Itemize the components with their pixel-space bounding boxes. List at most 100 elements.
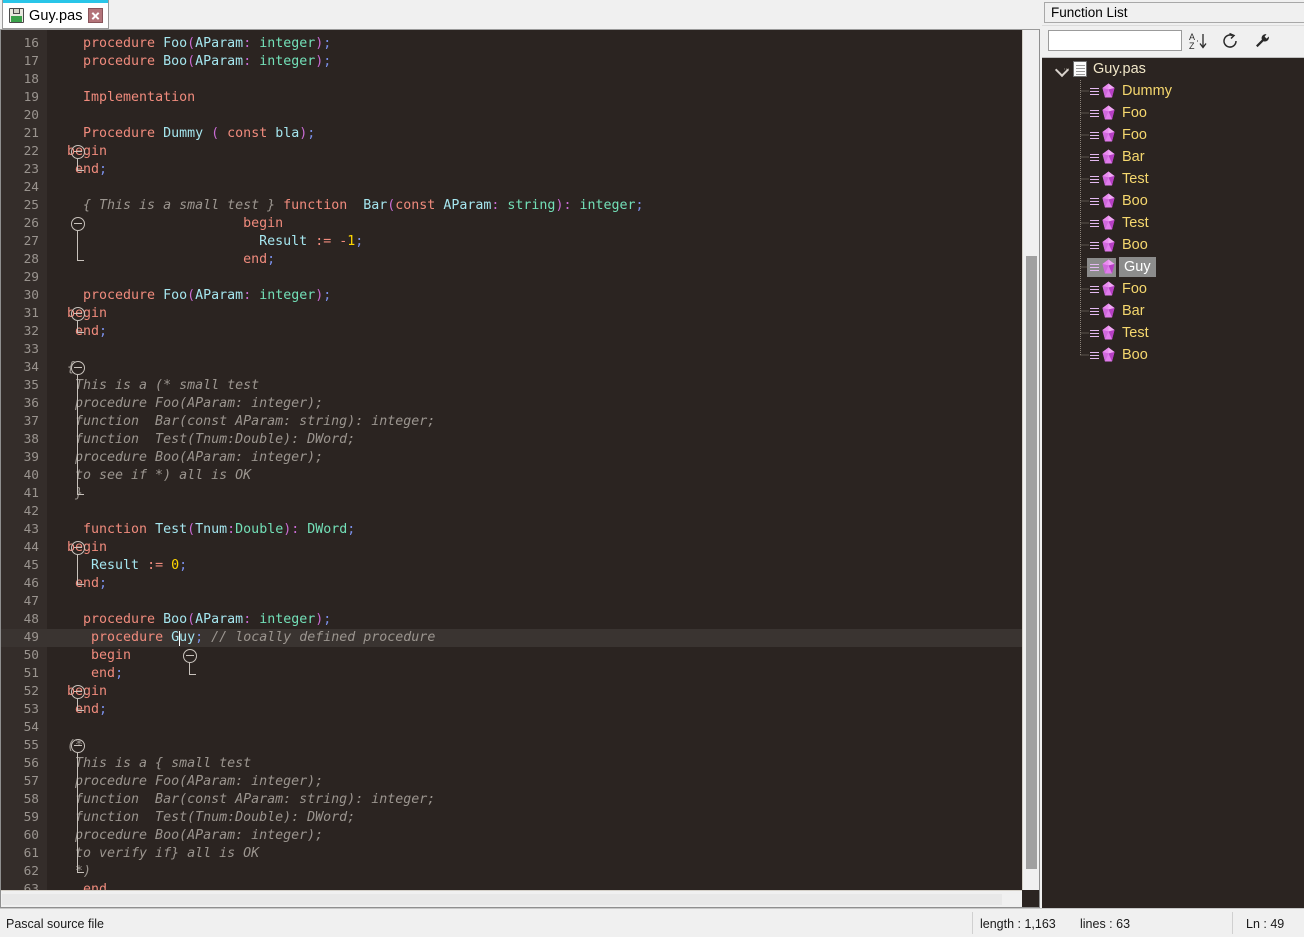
function-list-item-label: Bar: [1122, 302, 1145, 319]
svg-text:Z: Z: [1189, 41, 1195, 51]
wrench-icon[interactable]: [1246, 28, 1278, 54]
function-list-item[interactable]: Foo: [1042, 278, 1304, 300]
function-list-item[interactable]: Bar: [1042, 300, 1304, 322]
code-line[interactable]: 39 procedure Boo(AParam: integer);: [1, 449, 1039, 467]
code-line[interactable]: 49 procedure Guy; // locally defined pro…: [1, 629, 1039, 647]
code-text[interactable]: 16 procedure Foo(AParam: integer); 17 pro…: [1, 30, 1039, 907]
code-line[interactable]: 21 Procedure Dummy ( const bla);: [1, 125, 1039, 143]
code-line[interactable]: 47: [1, 593, 1039, 611]
code-line-text: (*: [67, 738, 84, 753]
code-line[interactable]: 35 This is a (* small test: [1, 377, 1039, 395]
code-line[interactable]: 54: [1, 719, 1039, 737]
chevron-down-icon[interactable]: [1054, 61, 1070, 77]
code-line[interactable]: 29: [1, 269, 1039, 287]
function-list-item[interactable]: Bar: [1042, 146, 1304, 168]
code-line[interactable]: 31 begin: [1, 305, 1039, 323]
code-line[interactable]: 18: [1, 71, 1039, 89]
equals-marker-icon: [1090, 328, 1099, 338]
code-line[interactable]: 36 procedure Foo(AParam: integer);: [1, 395, 1039, 413]
code-line[interactable]: 44 begin: [1, 539, 1039, 557]
status-caret-line: Ln : 49: [1246, 917, 1285, 931]
code-line[interactable]: 53 end;: [1, 701, 1039, 719]
code-line[interactable]: 17 procedure Boo(AParam: integer);: [1, 53, 1039, 71]
code-line[interactable]: 24: [1, 179, 1039, 197]
code-line-text: begin: [91, 648, 132, 663]
code-line[interactable]: 55 (*: [1, 737, 1039, 755]
function-list-item-label: Guy: [1119, 257, 1156, 277]
tab-guy-pas[interactable]: Guy.pas: [2, 0, 109, 29]
line-number: 16: [23, 36, 39, 51]
function-list-item[interactable]: Boo: [1042, 190, 1304, 212]
code-line[interactable]: 16 procedure Foo(AParam: integer);: [1, 35, 1039, 53]
code-line-text: end;: [75, 324, 108, 339]
code-line[interactable]: 46 end;: [1, 575, 1039, 593]
code-line[interactable]: 61 to verify if} all is OK: [1, 845, 1039, 863]
line-number: 43: [23, 522, 39, 537]
function-list-item[interactable]: Test: [1042, 322, 1304, 344]
code-line[interactable]: 30 procedure Foo(AParam: integer);: [1, 287, 1039, 305]
function-list-search-input[interactable]: [1048, 30, 1182, 51]
code-line[interactable]: 25 { This is a small test } function Bar…: [1, 197, 1039, 215]
code-line[interactable]: 27 Result := -1;: [1, 233, 1039, 251]
editor-viewport[interactable]: 16 procedure Foo(AParam: integer); 17 pro…: [1, 30, 1039, 907]
function-list-item-label: Boo: [1122, 192, 1148, 209]
function-list-item[interactable]: Dummy: [1042, 80, 1304, 102]
text-caret: [179, 631, 181, 646]
equals-marker-icon: [1090, 350, 1099, 360]
function-list-item[interactable]: Test: [1042, 212, 1304, 234]
function-list-item[interactable]: Boo: [1042, 234, 1304, 256]
code-line[interactable]: 59 function Test(Tnum:Double): DWord;: [1, 809, 1039, 827]
sort-az-icon[interactable]: A Z: [1182, 28, 1214, 54]
function-list-item[interactable]: Test: [1042, 168, 1304, 190]
code-line[interactable]: 41 }: [1, 485, 1039, 503]
line-number: 28: [23, 252, 39, 267]
code-line[interactable]: 19 Implementation: [1, 89, 1039, 107]
code-line[interactable]: 40 to see if *) all is OK: [1, 467, 1039, 485]
tree-root-guy-pas[interactable]: Guy.pas: [1042, 58, 1304, 80]
close-icon[interactable]: [87, 8, 103, 23]
reload-icon[interactable]: [1214, 28, 1246, 54]
vertical-scroll-thumb[interactable]: [1026, 256, 1037, 869]
editor-vertical-scrollbar[interactable]: [1022, 30, 1039, 890]
function-list-item[interactable]: Foo: [1042, 102, 1304, 124]
function-list-item[interactable]: Foo: [1042, 124, 1304, 146]
code-line[interactable]: 43 function Test(Tnum:Double): DWord;: [1, 521, 1039, 539]
code-line[interactable]: 38 function Test(Tnum:Double): DWord;: [1, 431, 1039, 449]
code-line[interactable]: 56 This is a { small test: [1, 755, 1039, 773]
notepadpp-window: Guy.pas 16 procedure Foo(AParam: integer…: [0, 0, 1304, 937]
function-list-tree[interactable]: Guy.pas Dummy Foo Foo Bar Test Boo Test Boo Guy Fo…: [1042, 57, 1304, 908]
code-line[interactable]: 26 begin: [1, 215, 1039, 233]
code-line[interactable]: 37 function Bar(const AParam: string): i…: [1, 413, 1039, 431]
code-line[interactable]: 34 {: [1, 359, 1039, 377]
code-line[interactable]: 52 begin: [1, 683, 1039, 701]
function-list-item[interactable]: Guy: [1042, 256, 1304, 278]
horizontal-scroll-thumb[interactable]: [2, 894, 1002, 905]
code-editor[interactable]: 16 procedure Foo(AParam: integer); 17 pro…: [0, 30, 1040, 908]
line-number: 26: [23, 216, 39, 231]
function-gem-icon: [1102, 281, 1115, 296]
code-line[interactable]: 50 begin: [1, 647, 1039, 665]
editor-horizontal-scrollbar[interactable]: [1, 890, 1022, 907]
code-line[interactable]: 62 *): [1, 863, 1039, 881]
function-list-item[interactable]: Boo: [1042, 344, 1304, 366]
code-line[interactable]: 58 function Bar(const AParam: string): i…: [1, 791, 1039, 809]
equals-marker-icon: [1090, 306, 1099, 316]
code-line[interactable]: 51 end;: [1, 665, 1039, 683]
code-line[interactable]: 33: [1, 341, 1039, 359]
equals-marker-icon: [1090, 152, 1099, 162]
line-number: 57: [23, 774, 39, 789]
line-number: 45: [23, 558, 39, 573]
code-line[interactable]: 20: [1, 107, 1039, 125]
code-line[interactable]: 28 end;: [1, 251, 1039, 269]
code-line[interactable]: 60 procedure Boo(AParam: integer);: [1, 827, 1039, 845]
code-line[interactable]: 42: [1, 503, 1039, 521]
line-number: 58: [23, 792, 39, 807]
code-line[interactable]: 45 Result := 0;: [1, 557, 1039, 575]
code-line[interactable]: 48 procedure Boo(AParam: integer);: [1, 611, 1039, 629]
line-number: 34: [23, 360, 39, 375]
code-line[interactable]: 23 end;: [1, 161, 1039, 179]
code-line[interactable]: 57 procedure Foo(AParam: integer);: [1, 773, 1039, 791]
line-number: 20: [23, 108, 39, 123]
code-line[interactable]: 32 end;: [1, 323, 1039, 341]
code-line[interactable]: 22 begin: [1, 143, 1039, 161]
